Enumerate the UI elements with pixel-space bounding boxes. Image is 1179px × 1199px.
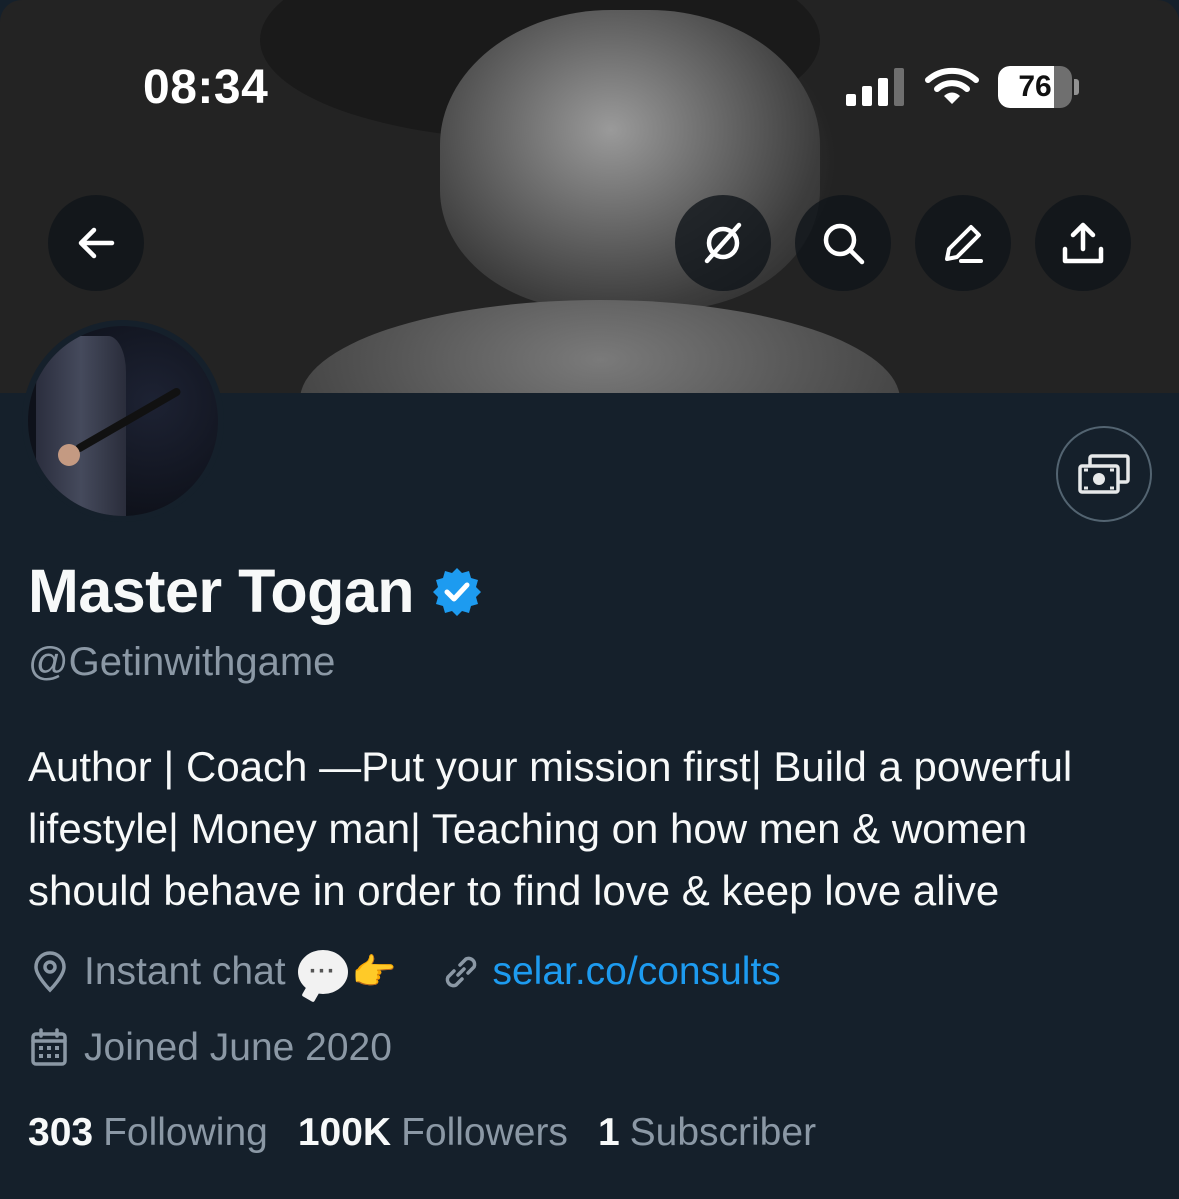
display-name: Master Togan bbox=[28, 557, 415, 625]
status-bar: 08:34 76 bbox=[0, 0, 1179, 160]
share-upload-icon bbox=[1062, 222, 1104, 264]
status-time: 08:34 bbox=[143, 61, 269, 114]
grok-slash-circle-icon bbox=[704, 222, 742, 264]
following-count: 303 bbox=[28, 1111, 94, 1154]
calendar-icon bbox=[31, 1028, 67, 1066]
profile-meta-location-link: Instant chat ··· 👉 selar.co/consults bbox=[28, 944, 781, 1000]
followers-stat[interactable]: 100K Followers bbox=[298, 1111, 568, 1155]
profile-joined-date: Joined June 2020 bbox=[84, 1026, 392, 1069]
following-label: Following bbox=[103, 1111, 268, 1154]
search-icon bbox=[823, 223, 865, 265]
profile-location: Instant chat bbox=[84, 950, 286, 993]
subscribe-button[interactable] bbox=[1056, 426, 1152, 522]
followers-count: 100K bbox=[297, 1111, 392, 1154]
following-stat[interactable]: 303 Following bbox=[28, 1111, 268, 1155]
profile-meta-joined: Joined June 2020 bbox=[28, 1022, 392, 1074]
profile-name-row: Master Togan bbox=[28, 556, 482, 626]
money-icon bbox=[1078, 454, 1130, 494]
avatar-image bbox=[28, 326, 218, 516]
battery-icon: 76 bbox=[998, 66, 1080, 108]
edit-button[interactable] bbox=[915, 195, 1011, 291]
battery-level: 76 bbox=[1018, 70, 1052, 103]
profile-stats: 303 Following 100K Followers 1 Subscribe… bbox=[28, 1106, 846, 1160]
pencil-icon bbox=[945, 225, 983, 263]
search-button[interactable] bbox=[795, 195, 891, 291]
pointing-right-hand-icon: 👉 bbox=[351, 951, 397, 992]
location-emoji: ··· 👉 bbox=[297, 950, 397, 994]
speech-bubble-icon: ··· bbox=[297, 950, 348, 994]
share-button[interactable] bbox=[1035, 195, 1131, 291]
profile-handle: @Getinwithgame bbox=[28, 640, 336, 684]
wifi-icon bbox=[925, 67, 979, 104]
profile-link-wrap: selar.co/consults bbox=[440, 950, 781, 994]
profile-bio: Author | Coach —Put your mission first| … bbox=[28, 743, 1073, 914]
link-icon bbox=[446, 956, 477, 988]
cellular-signal-icon bbox=[846, 68, 906, 106]
banner-shoulders-shape bbox=[300, 300, 900, 393]
arrow-left-icon bbox=[78, 227, 115, 259]
subscribers-label: Subscriber bbox=[629, 1111, 817, 1154]
subscribers-count: 1 bbox=[597, 1111, 620, 1154]
verified-badge-icon[interactable] bbox=[432, 566, 482, 616]
back-button[interactable] bbox=[48, 195, 144, 291]
location-pin-icon bbox=[34, 951, 66, 993]
grok-button[interactable] bbox=[675, 195, 771, 291]
followers-label: Followers bbox=[401, 1111, 568, 1154]
subscribers-stat[interactable]: 1 Subscriber bbox=[598, 1111, 816, 1155]
avatar[interactable] bbox=[22, 320, 224, 522]
profile-website-link[interactable]: selar.co/consults bbox=[492, 950, 780, 994]
